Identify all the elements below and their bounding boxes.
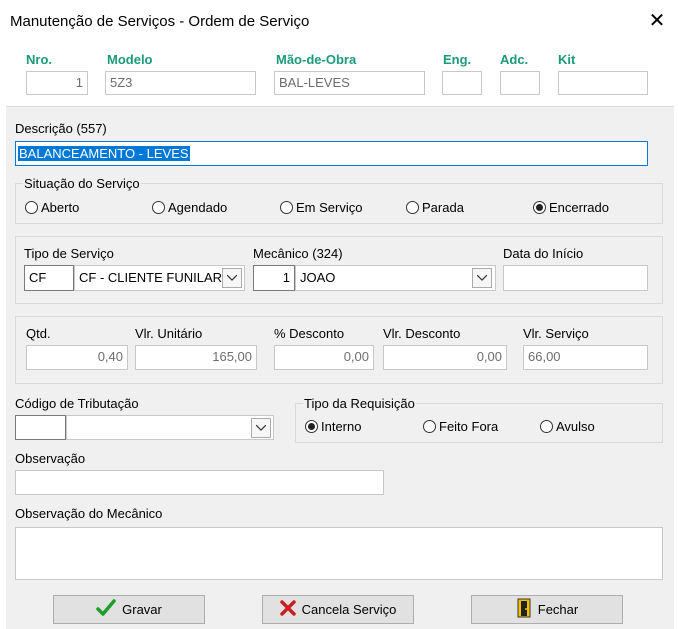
qtd-label: Qtd.	[26, 326, 51, 341]
mecanico-label: Mecânico (324)	[253, 246, 343, 261]
fechar-label: Fechar	[537, 602, 579, 617]
radio-parada-label: Parada	[422, 200, 464, 215]
chevron-down-icon[interactable]	[222, 268, 242, 288]
mao-obra-field[interactable]: BAL-LEVES	[274, 71, 425, 95]
tipo-servico-code[interactable]: CF	[24, 265, 74, 291]
radio-avulso[interactable]: Avulso	[540, 419, 595, 434]
radio-encerrado[interactable]: Encerrado	[533, 200, 609, 215]
mecanico-combo[interactable]: JOAO	[295, 265, 496, 291]
window-title: Manutenção de Serviços - Ordem de Serviç…	[10, 13, 310, 30]
nro-field[interactable]: 1	[26, 71, 88, 95]
radio-aberto-label: Aberto	[41, 200, 80, 215]
vlr-servico-field[interactable]: 66,00	[523, 345, 648, 370]
radio-agendado[interactable]: Agendado	[152, 200, 227, 215]
radio-dot-icon	[423, 420, 436, 433]
cross-icon	[279, 600, 296, 619]
radio-feito-fora[interactable]: Feito Fora	[423, 419, 498, 434]
radio-feito-fora-label: Feito Fora	[439, 419, 499, 434]
radio-encerrado-label: Encerrado	[549, 200, 609, 215]
adc-label: Adc.	[500, 52, 529, 67]
modelo-label: Modelo	[107, 52, 153, 67]
vlr-desconto-label: Vlr. Desconto	[383, 326, 461, 341]
chevron-down-icon[interactable]	[472, 268, 492, 288]
mecanico-code[interactable]: 1	[253, 265, 295, 291]
mao-obra-label: Mão-de-Obra	[276, 52, 357, 67]
vlr-unitario-field[interactable]: 165,00	[135, 345, 257, 370]
eng-field[interactable]	[442, 71, 482, 95]
radio-interno-label: Interno	[321, 419, 362, 434]
kit-label: Kit	[558, 52, 576, 67]
tributacao-combo[interactable]	[66, 415, 274, 440]
radio-aberto[interactable]: Aberto	[25, 200, 79, 215]
vlr-unitario-label: Vlr. Unitário	[135, 326, 203, 341]
qtd-field[interactable]: 0,40	[26, 345, 128, 370]
data-inicio-field[interactable]	[503, 265, 648, 291]
eng-label: Eng.	[443, 52, 472, 67]
door-exit-icon	[516, 598, 532, 621]
desconto-pct-field[interactable]: 0,00	[274, 345, 374, 370]
nro-label: Nro.	[26, 52, 52, 67]
radio-parada[interactable]: Parada	[406, 200, 464, 215]
mecanico-name: JOAO	[300, 270, 336, 285]
descricao-selected-text: BALANCEAMENTO - LEVES	[18, 146, 190, 161]
requisicao-label: Tipo da Requisição	[303, 396, 416, 411]
gravar-label: Gravar	[122, 602, 162, 617]
desconto-pct-label: % Desconto	[274, 326, 345, 341]
observacao-field[interactable]	[15, 470, 384, 495]
obs-mecanico-label: Observação do Mecânico	[15, 506, 163, 521]
radio-dot-icon	[540, 420, 553, 433]
vlr-desconto-field[interactable]: 0,00	[383, 345, 507, 370]
obs-mecanico-textarea[interactable]	[15, 527, 663, 580]
descricao-label: Descrição (557)	[15, 121, 107, 136]
radio-dot-icon	[406, 201, 419, 214]
tributacao-code[interactable]	[15, 415, 66, 440]
radio-em-servico[interactable]: Em Serviço	[280, 200, 362, 215]
situacao-label: Situação do Serviço	[23, 176, 141, 191]
radio-dot-icon	[25, 201, 38, 214]
gravar-button[interactable]: Gravar	[53, 595, 205, 624]
checkmark-icon	[96, 599, 116, 620]
cancela-servico-button[interactable]: Cancela Serviço	[262, 595, 414, 624]
data-inicio-label: Data do Início	[503, 246, 584, 261]
cancela-servico-label: Cancela Serviço	[301, 602, 397, 617]
observacao-label: Observação	[15, 451, 86, 466]
tipo-servico-combo[interactable]: CF - CLIENTE FUNILARI	[74, 265, 245, 291]
kit-field[interactable]	[558, 71, 648, 95]
chevron-down-icon[interactable]	[251, 418, 271, 438]
tributacao-label: Código de Tributação	[15, 396, 139, 411]
radio-dot-selected-icon	[533, 201, 546, 214]
radio-dot-selected-icon	[305, 420, 318, 433]
tipo-servico-label: Tipo de Serviço	[24, 246, 114, 261]
radio-dot-icon	[152, 201, 165, 214]
descricao-input[interactable]: BALANCEAMENTO - LEVES	[15, 141, 648, 166]
vlr-servico-label: Vlr. Serviço	[523, 326, 589, 341]
modelo-field[interactable]: 5Z3	[105, 71, 256, 95]
radio-interno[interactable]: Interno	[305, 419, 361, 434]
radio-avulso-label: Avulso	[556, 419, 595, 434]
radio-em-servico-label: Em Serviço	[296, 200, 363, 215]
radio-agendado-label: Agendado	[168, 200, 228, 215]
radio-dot-icon	[280, 201, 293, 214]
close-icon[interactable]: ✕	[644, 8, 670, 34]
adc-field[interactable]	[500, 71, 540, 95]
fechar-button[interactable]: Fechar	[471, 595, 623, 624]
title-bar: Manutenção de Serviços - Ordem de Serviç…	[0, 0, 678, 44]
tipo-servico-name: CF - CLIENTE FUNILARI	[79, 270, 226, 285]
